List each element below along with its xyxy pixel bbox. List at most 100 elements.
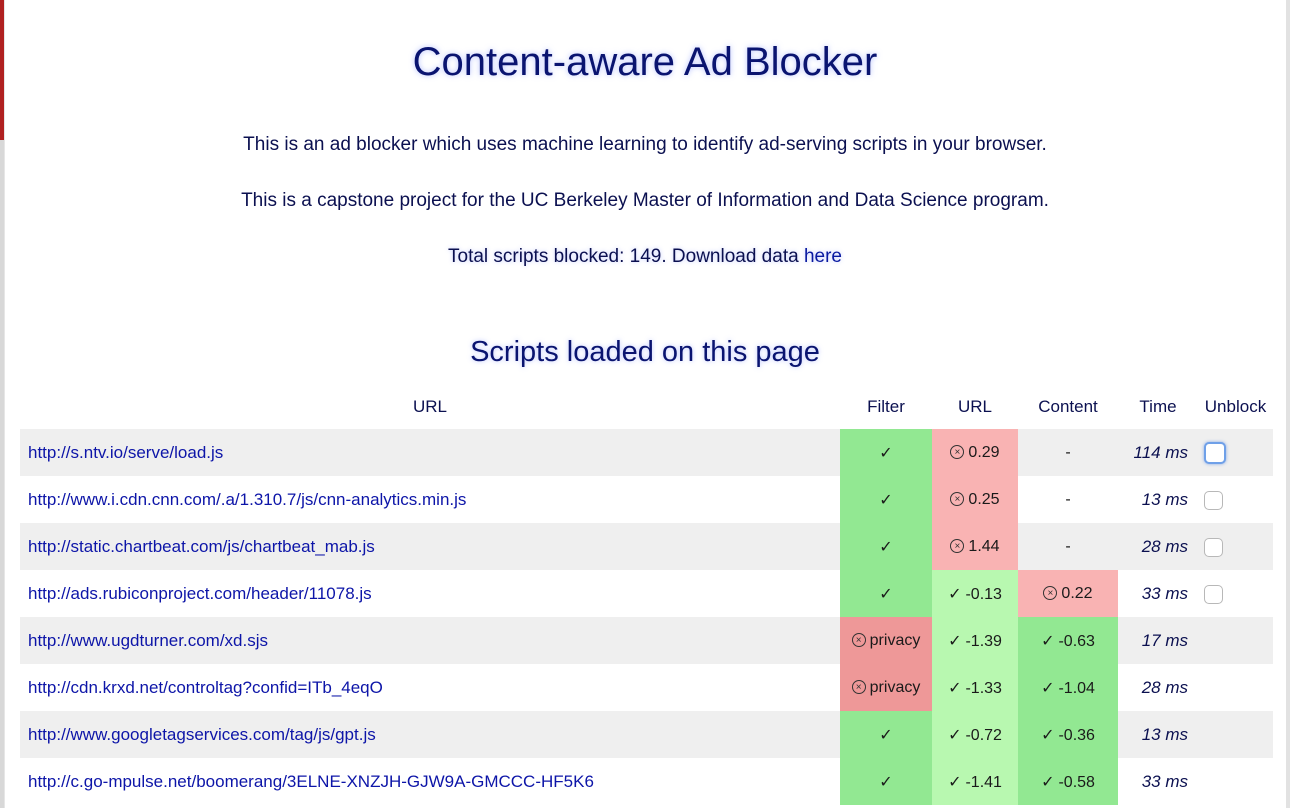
- unblock-checkbox[interactable]: [1204, 537, 1223, 557]
- check-icon: ✓: [948, 773, 962, 791]
- filter-cell: ✓: [840, 711, 932, 758]
- content-score-cell: ✓ -0.63: [1018, 617, 1118, 664]
- content-score-cell: -: [1018, 429, 1118, 476]
- table-row: http://s.ntv.io/serve/load.js ✓ × 0.29 - 114 …: [20, 429, 1273, 476]
- circled-x-icon: ×: [851, 633, 866, 648]
- page-title: Content-aware Ad Blocker: [412, 40, 878, 84]
- unblock-cell: [1198, 664, 1273, 711]
- table-row: http://static.chartbeat.com/js/chartbeat…: [20, 523, 1273, 570]
- unblock-cell: [1198, 617, 1273, 664]
- url-score-value: -0.72: [965, 726, 1002, 744]
- filter-cell: × privacy: [840, 617, 932, 664]
- circled-x-icon: ×: [950, 492, 965, 507]
- load-time-cell: 33 ms: [1141, 583, 1188, 603]
- filter-value: privacy: [869, 678, 921, 696]
- filter-value: ✓: [879, 491, 893, 509]
- load-time-cell: 28 ms: [1118, 523, 1198, 570]
- filter-cell: ✓: [840, 476, 932, 523]
- content-score-value: -0.36: [1058, 726, 1095, 744]
- url-score-value: 0.29: [968, 443, 1000, 461]
- check-icon: ✓: [948, 726, 962, 744]
- check-icon: ✓: [948, 632, 962, 650]
- left-window-border: [4, 0, 5, 808]
- url-score-value: -1.39: [965, 632, 1002, 650]
- blocked-count-label: Total scripts blocked: 149. Download dat…: [448, 246, 804, 267]
- script-url-link[interactable]: http://www.googletagservices.com/tag/js/…: [20, 711, 840, 758]
- unblock-cell: [1198, 758, 1273, 805]
- url-score-value: -0.13: [965, 585, 1002, 603]
- url-score-cell: × 0.29: [932, 429, 1018, 476]
- script-url-link[interactable]: http://www.ugdturner.com/xd.sjs: [20, 617, 840, 664]
- filter-cell: ✓: [840, 570, 932, 617]
- circled-x-icon: ×: [950, 539, 965, 554]
- table-row: http://c.go-mpulse.net/boomerang/3ELNE-X…: [20, 758, 1273, 805]
- extension-popup: Content-aware Ad Blocker This is an ad b…: [0, 0, 1290, 808]
- table-row: http://ads.rubiconproject.com/header/110…: [20, 570, 1273, 617]
- table-row: http://www.googletagservices.com/tag/js/…: [20, 711, 1273, 758]
- content-score-value: 0.22: [1061, 584, 1093, 602]
- filter-cell: ✓: [840, 758, 932, 805]
- table-row: http://www.ugdturner.com/xd.sjs × privacy ✓…: [20, 617, 1273, 664]
- load-time-cell: 28 ms: [1141, 677, 1188, 697]
- description-text: This is an ad blocker which uses machine…: [243, 134, 1047, 155]
- unblock-checkbox[interactable]: [1204, 441, 1226, 464]
- unblock-cell: [1198, 429, 1273, 476]
- capstone-text: This is a capstone project for the UC Be…: [241, 190, 1049, 211]
- check-icon: ✓: [1041, 773, 1055, 791]
- url-score-cell: ✓ -0.72: [932, 711, 1018, 758]
- content-score-cell: -: [1018, 476, 1118, 523]
- check-icon: ✓: [1041, 632, 1055, 650]
- content-score-cell: ✓ -0.58: [1018, 758, 1118, 805]
- column-header-unblock: Unblock: [1204, 397, 1267, 416]
- content-score-cell: ✓ -1.04: [1018, 664, 1118, 711]
- check-icon: ✓: [1041, 679, 1055, 697]
- check-icon: ✓: [948, 585, 962, 603]
- content-score-cell: -: [1018, 523, 1118, 570]
- scripts-table: URL Filter URL Content Time Unblock http…: [20, 385, 1273, 805]
- unblock-cell: [1198, 476, 1273, 523]
- circled-x-icon: ×: [851, 680, 866, 695]
- url-score-value: -1.41: [965, 773, 1002, 791]
- content-score-cell: × 0.22: [1018, 570, 1118, 617]
- blocked-count-text: Total scripts blocked: 149. Download dat…: [0, 246, 1290, 268]
- filter-value: ✓: [879, 726, 893, 744]
- url-score-value: 1.44: [968, 537, 1000, 555]
- url-score-value: -1.33: [965, 679, 1002, 697]
- script-url-link[interactable]: http://c.go-mpulse.net/boomerang/3ELNE-X…: [20, 758, 840, 805]
- load-time-cell: 17 ms: [1118, 617, 1198, 664]
- load-time-cell: 114 ms: [1118, 429, 1198, 476]
- column-header-time: Time: [1139, 397, 1177, 416]
- load-time-cell: 13 ms: [1141, 489, 1188, 509]
- content-score-value: -: [1065, 443, 1071, 461]
- url-score-cell: ✓ -0.13: [932, 570, 1018, 617]
- download-data-link[interactable]: here: [804, 246, 842, 267]
- load-time-cell: 33 ms: [1141, 771, 1188, 791]
- filter-value: privacy: [869, 631, 921, 649]
- column-header-url-score: URL: [957, 397, 992, 416]
- script-url-link[interactable]: http://s.ntv.io/serve/load.js: [20, 429, 840, 476]
- table-header-row: URL Filter URL Content Time Unblock: [20, 385, 1273, 429]
- content-score-value: -1.04: [1058, 679, 1095, 697]
- url-score-cell: × 1.44: [932, 523, 1018, 570]
- filter-cell: ✓: [840, 429, 932, 476]
- filter-value: ✓: [879, 773, 893, 791]
- unblock-cell: [1198, 570, 1273, 617]
- script-url-link[interactable]: http://www.i.cdn.cnn.com/.a/1.310.7/js/c…: [20, 476, 840, 523]
- circled-x-icon: ×: [1043, 586, 1058, 601]
- script-url-link[interactable]: http://cdn.krxd.net/controltag?confid=IT…: [20, 664, 840, 711]
- url-score-cell: ✓ -1.33: [932, 664, 1018, 711]
- table-row: http://www.i.cdn.cnn.com/.a/1.310.7/js/c…: [20, 476, 1273, 523]
- content-score-value: -: [1065, 490, 1071, 508]
- script-url-link[interactable]: http://static.chartbeat.com/js/chartbeat…: [20, 523, 840, 570]
- circled-x-icon: ×: [950, 445, 965, 460]
- right-window-edge: [1286, 0, 1290, 808]
- content-score-value: -: [1065, 537, 1071, 555]
- filter-value: ✓: [879, 538, 893, 556]
- scripts-table-body: http://s.ntv.io/serve/load.js ✓ × 0.29-114 …: [20, 429, 1273, 805]
- check-icon: ✓: [948, 679, 962, 697]
- script-url-link[interactable]: http://ads.rubiconproject.com/header/110…: [20, 570, 840, 617]
- unblock-checkbox[interactable]: [1204, 490, 1223, 510]
- unblock-checkbox[interactable]: [1204, 584, 1223, 604]
- filter-cell: ✓: [840, 523, 932, 570]
- filter-value: ✓: [879, 585, 893, 603]
